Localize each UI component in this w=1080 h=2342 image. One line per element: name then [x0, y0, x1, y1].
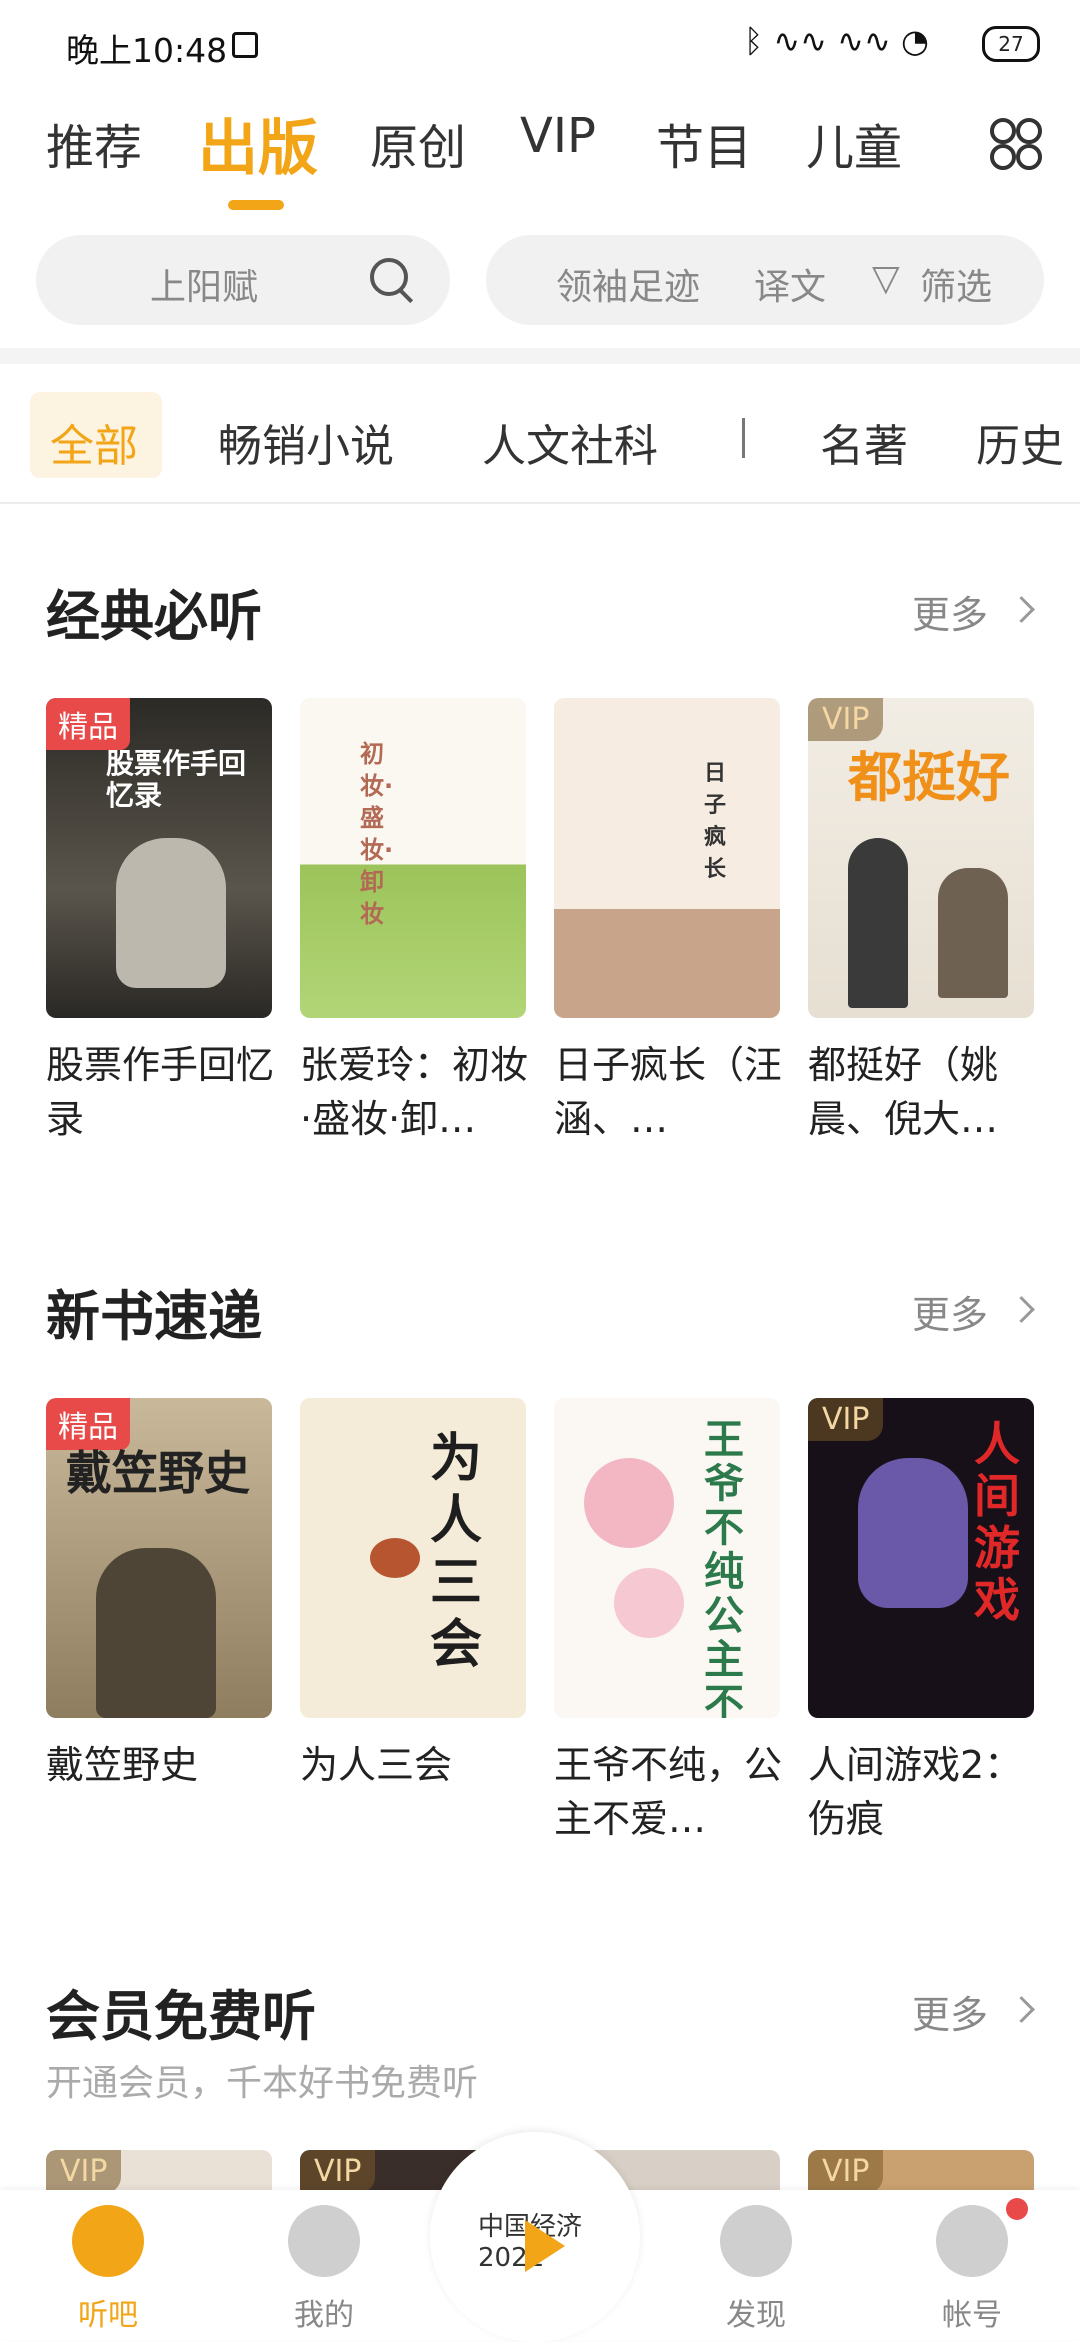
cover-title: 为人三会: [430, 1429, 483, 1675]
book-title[interactable]: 为人三会: [300, 1738, 530, 1792]
book-title[interactable]: 日子疯长（汪涵、…: [554, 1038, 784, 1146]
notification-dot: [1006, 2198, 1028, 2220]
all-channels-icon[interactable]: [990, 118, 1042, 170]
vip-badge: VIP: [808, 1398, 884, 1441]
more-link[interactable]: 更多: [912, 1984, 988, 2039]
book-cover[interactable]: VIP 都挺好: [808, 698, 1034, 1018]
divider: [0, 348, 1080, 364]
category-separator: [742, 418, 745, 458]
search-placeholder: 上阳赋: [150, 267, 259, 308]
signal-icons: ᛒ ∿∿ ∿∿ ◔: [744, 22, 929, 60]
book-title[interactable]: 张爱玲：初妆·盛妆·卸…: [300, 1038, 530, 1146]
section-title: 经典必听: [46, 585, 262, 648]
premium-badge: 精品: [46, 1398, 130, 1450]
cover-title: 股票作手回忆录: [106, 747, 247, 812]
vip-badge: VIP: [300, 2150, 376, 2190]
filter-icon[interactable]: ▽: [872, 258, 900, 299]
book-cover[interactable]: VIP 人间游戏: [808, 1398, 1034, 1718]
book-cover[interactable]: VIP: [46, 2150, 272, 2190]
book-cover[interactable]: 精品 戴笠野史: [46, 1398, 272, 1718]
active-tab-indicator: [228, 200, 284, 210]
section-subtitle: 开通会员，千本好书免费听: [46, 2063, 479, 2104]
compass-icon[interactable]: [720, 2205, 792, 2277]
book-title[interactable]: 戴笠野史: [46, 1738, 276, 1792]
cover-title: 日子疯长: [704, 761, 727, 882]
cover-title: 王爷不纯公主不爱: [704, 1417, 744, 1718]
more-link[interactable]: 更多: [912, 584, 988, 639]
book-title[interactable]: 都挺好（姚晨、倪大…: [808, 1038, 1038, 1146]
vip-badge: VIP: [46, 2150, 122, 2190]
status-time: 晚上10:48: [66, 31, 228, 70]
chevron-right-icon[interactable]: [1008, 1996, 1035, 2023]
tab-original[interactable]: 原创: [370, 108, 466, 178]
chevron-right-icon[interactable]: [1008, 596, 1035, 623]
book-title[interactable]: 人间游戏2：伤痕: [808, 1738, 1038, 1846]
cover-title: 戴笠野史: [66, 1446, 250, 1500]
account-icon[interactable]: [936, 2205, 1008, 2277]
premium-badge: 精品: [46, 698, 130, 750]
headphones-icon[interactable]: [288, 2205, 360, 2277]
lock-icon: [232, 32, 258, 58]
nav-account[interactable]: 帐号: [902, 2290, 1042, 2334]
filter-button[interactable]: 筛选: [920, 258, 992, 310]
book-cover[interactable]: 精品 股票作手回忆录: [46, 698, 272, 1018]
tab-programs[interactable]: 节目: [656, 108, 752, 178]
battery-icon: 27: [982, 26, 1040, 62]
play-icon[interactable]: [525, 2220, 565, 2272]
nav-listen[interactable]: 听吧: [38, 2290, 178, 2334]
category-history[interactable]: 历史: [976, 410, 1064, 474]
tab-vip[interactable]: VIP: [520, 108, 596, 164]
chevron-right-icon[interactable]: [1008, 1296, 1035, 1323]
nav-discover[interactable]: 发现: [686, 2290, 826, 2334]
book-cover[interactable]: 日子疯长: [554, 698, 780, 1018]
book-title[interactable]: 股票作手回忆录: [46, 1038, 276, 1146]
category-classics[interactable]: 名著: [820, 410, 908, 474]
tab-published[interactable]: 出版: [198, 100, 318, 187]
category-humanities[interactable]: 人文社科: [482, 410, 658, 474]
vip-badge: VIP: [808, 698, 884, 741]
category-bestseller[interactable]: 畅销小说: [218, 410, 394, 474]
more-link[interactable]: 更多: [912, 1284, 988, 1339]
tab-recommend[interactable]: 推荐: [46, 108, 142, 178]
section-title: 新书速递: [46, 1285, 262, 1348]
nav-mine[interactable]: 我的: [254, 2290, 394, 2334]
book-cover[interactable]: 王爷不纯公主不爱: [554, 1398, 780, 1718]
book-title[interactable]: 王爷不纯，公主不爱…: [554, 1738, 784, 1846]
cover-title: 人间游戏: [974, 1417, 1020, 1627]
keyword-chip[interactable]: 译文: [754, 258, 826, 310]
section-title: 会员免费听: [46, 1985, 316, 2048]
cover-title: 初妆·盛妆·卸妆: [360, 740, 394, 928]
category-all[interactable]: 全部: [50, 410, 138, 474]
book-cover[interactable]: 为人三会: [300, 1398, 526, 1718]
book-cover[interactable]: VIP: [808, 2150, 1034, 2190]
music-note-icon[interactable]: [72, 2205, 144, 2277]
book-cover[interactable]: 初妆·盛妆·卸妆: [300, 698, 526, 1018]
search-icon[interactable]: [370, 258, 408, 296]
cover-title: 都挺好: [848, 746, 1010, 809]
keyword-chip[interactable]: 领袖足迹: [556, 258, 700, 310]
vip-badge: VIP: [808, 2150, 884, 2190]
tab-children[interactable]: 儿童: [806, 108, 902, 178]
divider: [0, 502, 1080, 504]
